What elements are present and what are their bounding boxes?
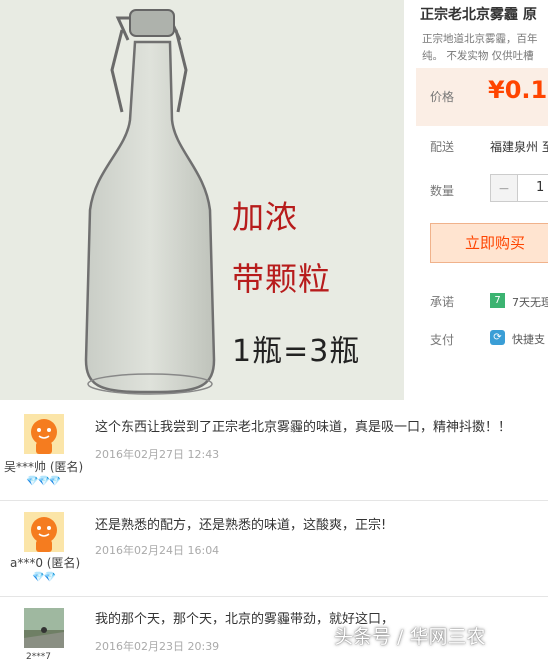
review-date: 2016年02月23日 20:39 [95, 640, 220, 653]
reviewer-name: 2***7 [26, 652, 51, 662]
description-line: 纯。 不发实物 仅供吐槽 [422, 50, 534, 62]
image-caption-particles: 带颗粒 [232, 260, 332, 298]
product-image: 加浓 带颗粒 1瓶=3瓶 [0, 0, 404, 400]
description-line: 正宗地道北京雾霾，百年 [422, 33, 538, 45]
buy-now-button[interactable]: 立即购买 [430, 223, 548, 263]
quantity-label: 数量 [430, 184, 455, 198]
source-watermark: 头条号 / 华网三农 [334, 626, 486, 648]
review-text: 这个东西让我尝到了正宗老北京雾霾的味道，真是吸一口，精神抖擞！！ [95, 420, 512, 435]
quick-pay-icon: ⟳ [490, 330, 505, 345]
orange-avatar-icon [24, 414, 64, 454]
review-divider [0, 596, 548, 597]
payment-value[interactable]: 快捷支 [512, 331, 545, 347]
review-date: 2016年02月27日 12:43 [95, 448, 220, 461]
price-box: 价格 ¥0.1 [416, 68, 548, 126]
product-description: 正宗地道北京雾霾，百年 纯。 不发实物 仅供吐槽 [422, 31, 538, 65]
promise-value[interactable]: 7天无理 [512, 294, 548, 310]
price-label: 价格 [430, 90, 455, 104]
photo-avatar-icon [24, 608, 64, 648]
review-date: 2016年02月24日 16:04 [95, 544, 220, 557]
reviewer-level-badge: 💎💎💎 [26, 476, 61, 487]
review-divider [0, 500, 548, 501]
image-caption-ratio: 1瓶=3瓶 [232, 334, 361, 369]
quantity-input[interactable]: 1 [518, 174, 548, 202]
product-title[interactable]: 正宗老北京雾霾 原 [420, 4, 537, 24]
reviewer-name: a***0 (匿名) [10, 556, 81, 570]
orange-avatar-icon [24, 512, 64, 552]
promise-label: 承诺 [430, 295, 455, 309]
image-caption-thick: 加浓 [232, 198, 299, 236]
seven-day-return-icon: 7 [490, 293, 505, 308]
shipping-label: 配送 [430, 140, 455, 154]
review-list: 吴***帅 (匿名) 💎💎💎 这个东西让我尝到了正宗老北京雾霾的味道，真是吸一口… [0, 400, 548, 662]
payment-label: 支付 [430, 333, 455, 347]
review-text: 还是熟悉的配方，还是熟悉的味道，这酸爽，正宗! [95, 518, 387, 533]
quantity-decrement-button[interactable]: − [490, 174, 518, 202]
reviewer-level-badge: 💎💎 [32, 572, 56, 583]
reviewer-name: 吴***帅 (匿名) [4, 460, 84, 474]
shipping-destination[interactable]: 福建泉州 至 [490, 138, 548, 155]
price-value: ¥0.1 [488, 76, 548, 104]
product-info-panel: 正宗老北京雾霾 原 正宗地道北京雾霾，百年 纯。 不发实物 仅供吐槽 价格 ¥0… [404, 0, 548, 400]
